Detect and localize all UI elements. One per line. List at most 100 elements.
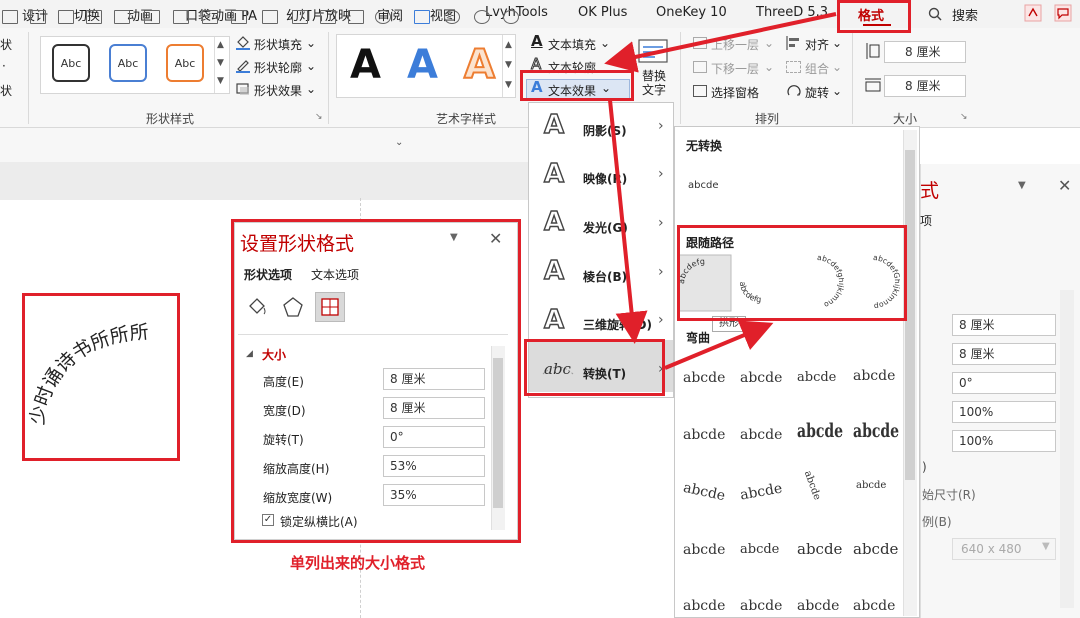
arched-text-shape[interactable]: 少时诵诗书所所所 bbox=[25, 296, 177, 458]
no-transform-option[interactable]: abcde bbox=[688, 180, 718, 191]
warp-option[interactable]: abcde bbox=[853, 540, 898, 558]
textbox-icon[interactable] bbox=[414, 10, 430, 24]
alt-text-button[interactable]: 替换文字 bbox=[640, 69, 668, 97]
warp-option[interactable]: abcde bbox=[740, 598, 782, 614]
merge-combine-icon[interactable] bbox=[474, 10, 490, 24]
warp-option[interactable]: abcde bbox=[797, 540, 842, 558]
send-back-icon[interactable] bbox=[292, 10, 308, 24]
menu-glow[interactable]: 发光(G) bbox=[583, 219, 628, 236]
distribute-icon[interactable] bbox=[2, 10, 18, 24]
ungroup-icon[interactable] bbox=[348, 10, 364, 24]
align-middle-icon[interactable] bbox=[86, 10, 102, 24]
pane-options-chevron-icon[interactable]: ▼ bbox=[1018, 180, 1026, 191]
warp-option[interactable]: abcde bbox=[683, 427, 725, 443]
align-top-icon[interactable] bbox=[58, 10, 74, 24]
rp-scale-height-input[interactable]: 100% bbox=[952, 401, 1056, 423]
tab-onekey[interactable]: OneKey 10 bbox=[656, 5, 727, 20]
rp-rotation-input[interactable]: 0° bbox=[952, 372, 1056, 394]
bar-chart-icon[interactable] bbox=[30, 10, 46, 24]
rp-scrollbar[interactable] bbox=[1060, 290, 1074, 608]
close-icon[interactable]: ✕ bbox=[1058, 176, 1071, 195]
send-backward-button[interactable]: 下移一层 bbox=[711, 60, 759, 77]
shape-outline-button[interactable]: 形状轮廓 bbox=[254, 59, 302, 76]
align-left-icon[interactable] bbox=[144, 10, 160, 24]
warp-option[interactable]: abcde bbox=[853, 368, 895, 384]
pane-title-partial: 式 bbox=[920, 180, 940, 202]
pen-outline-icon bbox=[236, 60, 250, 73]
align-right-icon[interactable] bbox=[173, 10, 189, 24]
divider bbox=[28, 32, 29, 124]
dialog-launcher-icon[interactable]: ↘ bbox=[960, 112, 968, 122]
resolution-select[interactable]: 640 x 480 bbox=[952, 538, 1056, 560]
chevron-right-icon: › bbox=[658, 312, 664, 328]
rp-height-input[interactable]: 8 厘米 bbox=[952, 314, 1056, 336]
menu-reflection[interactable]: 映像(R) bbox=[583, 170, 627, 187]
highlight-box-format-tab bbox=[837, 0, 911, 33]
shape-effects-icon bbox=[236, 83, 249, 95]
menu-shadow[interactable]: 阴影(S) bbox=[583, 122, 627, 139]
group-objects-icon[interactable] bbox=[320, 10, 336, 24]
wordart-preset[interactable]: A bbox=[350, 42, 381, 88]
rotate-button[interactable]: 旋转 bbox=[805, 84, 829, 101]
warp-option[interactable]: abcde bbox=[683, 542, 725, 558]
3d-rotation-a-icon: A bbox=[543, 304, 565, 335]
chevron-down-icon: ⌄ bbox=[764, 36, 775, 50]
merge-fragment-icon[interactable] bbox=[503, 10, 519, 24]
arched-text: 少时诵诗书所所所 bbox=[26, 321, 150, 427]
group-label-arrange: 排列 bbox=[755, 112, 780, 126]
warp-option[interactable]: abcde bbox=[797, 422, 843, 443]
dialog-launcher-icon[interactable]: ↘ bbox=[315, 112, 323, 122]
shape-style-preset[interactable]: Abc bbox=[52, 44, 90, 82]
cut-label: · bbox=[2, 59, 6, 73]
tab-threed[interactable]: ThreeD 5.3 bbox=[756, 5, 828, 20]
align-bottom-icon[interactable] bbox=[202, 10, 218, 24]
shape-fill-button[interactable]: 形状填充 bbox=[254, 36, 302, 53]
selection-pane-button[interactable]: 选择窗格 bbox=[711, 84, 759, 101]
comment-icon[interactable] bbox=[1054, 4, 1072, 22]
paint-bucket-icon bbox=[236, 36, 250, 50]
wordart-preset[interactable]: A bbox=[407, 42, 438, 88]
bevel-a-icon: A bbox=[543, 255, 565, 286]
distribute-horizontal-icon[interactable] bbox=[231, 10, 247, 24]
width-spinner[interactable]: 8 厘米 bbox=[884, 75, 966, 97]
warp-option[interactable]: abcde bbox=[853, 422, 899, 443]
rotate-icon bbox=[787, 85, 801, 96]
align-center-icon[interactable] bbox=[114, 10, 130, 24]
shape-picker-icon[interactable] bbox=[375, 10, 391, 24]
gallery-more-icon: ▼ bbox=[505, 80, 512, 90]
warp-option[interactable]: abcde bbox=[797, 370, 836, 385]
bring-front-icon[interactable] bbox=[262, 10, 278, 24]
shape-effects-button[interactable]: 形状效果 bbox=[254, 82, 302, 99]
rp-scale-width-input[interactable]: 100% bbox=[952, 430, 1056, 452]
warp-option[interactable]: abcde bbox=[740, 427, 782, 443]
text-fill-button[interactable]: 文本填充 bbox=[548, 36, 596, 53]
align-button[interactable]: 对齐 bbox=[805, 36, 829, 53]
wordart-preset[interactable]: A bbox=[463, 41, 496, 89]
menu-3d-rotation[interactable]: 三维旋转(D) bbox=[583, 316, 652, 333]
chevron-down-icon: ▼ bbox=[1042, 541, 1050, 552]
group-label-wordart: 艺术字样式 bbox=[436, 112, 497, 126]
tab-search[interactable]: 搜索 bbox=[952, 5, 978, 24]
warp-option[interactable]: abcde bbox=[740, 542, 779, 557]
bring-forward-button[interactable]: 上移一层 bbox=[711, 36, 759, 53]
warp-heading: 弯曲 bbox=[686, 331, 711, 345]
shape-style-preset[interactable]: Abc bbox=[166, 44, 204, 82]
caption-text: 单列出来的大小格式 bbox=[290, 554, 426, 572]
group-button[interactable]: 组合 bbox=[805, 60, 829, 77]
chevron-right-icon: › bbox=[658, 118, 664, 134]
warp-option[interactable]: abcde bbox=[856, 480, 886, 491]
menu-bevel[interactable]: 棱台(B) bbox=[583, 268, 627, 285]
warp-option[interactable]: abcde bbox=[683, 598, 725, 614]
highlight-box-follow-path bbox=[677, 225, 907, 321]
warp-option[interactable]: abcde bbox=[853, 598, 895, 614]
rp-width-input[interactable]: 8 厘米 bbox=[952, 343, 1056, 365]
chevron-right-icon: › bbox=[658, 264, 664, 280]
warp-option[interactable]: abcde bbox=[683, 370, 725, 386]
warp-option[interactable]: abcde bbox=[740, 370, 782, 386]
merge-union-icon[interactable] bbox=[444, 10, 460, 24]
warp-option[interactable]: abcde bbox=[797, 598, 839, 614]
height-spinner[interactable]: 8 厘米 bbox=[884, 41, 966, 63]
share-icon[interactable] bbox=[1024, 4, 1042, 22]
shape-style-preset[interactable]: Abc bbox=[109, 44, 147, 82]
tab-okplus[interactable]: OK Plus bbox=[578, 5, 627, 20]
